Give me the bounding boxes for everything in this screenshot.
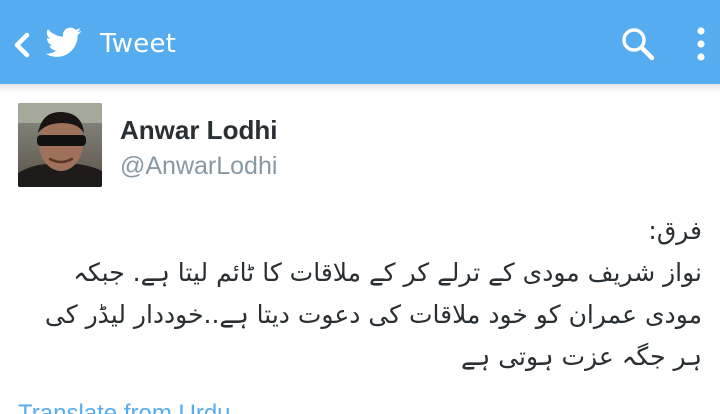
tweet-text-line: فرق: (648, 216, 702, 245)
author-handle[interactable]: @AnwarLodhi (120, 151, 277, 181)
chevron-left-icon[interactable] (11, 30, 33, 60)
translate-link[interactable]: Translate from Urdu (18, 400, 231, 414)
search-icon[interactable] (620, 26, 656, 62)
tweet-text-line: ہر جگہ عزت ہوتی ہے (460, 342, 702, 371)
tweet-detail-screen: Tweet Anwar Lodhi @AnwarLodhi فرق: نواز … (0, 0, 720, 414)
overflow-menu-icon[interactable] (694, 24, 708, 64)
app-bar-shadow (0, 84, 720, 92)
tweet-text: فرق: نواز شریف مودی کے ترلے کر کے ملاقات… (18, 210, 702, 378)
tweet-text-line: مودی عمران کو خود ملاقات کی دعوت دیتا ہے… (44, 300, 702, 329)
twitter-bird-icon[interactable] (44, 24, 84, 60)
author-name[interactable]: Anwar Lodhi (120, 114, 277, 146)
tweet-text-line: نواز شریف مودی کے ترلے کر کے ملاقات کا ٹ… (73, 258, 702, 287)
app-bar: Tweet (0, 0, 720, 84)
avatar[interactable] (18, 103, 102, 187)
avatar-photo (18, 103, 102, 187)
page-title: Tweet (100, 29, 177, 59)
